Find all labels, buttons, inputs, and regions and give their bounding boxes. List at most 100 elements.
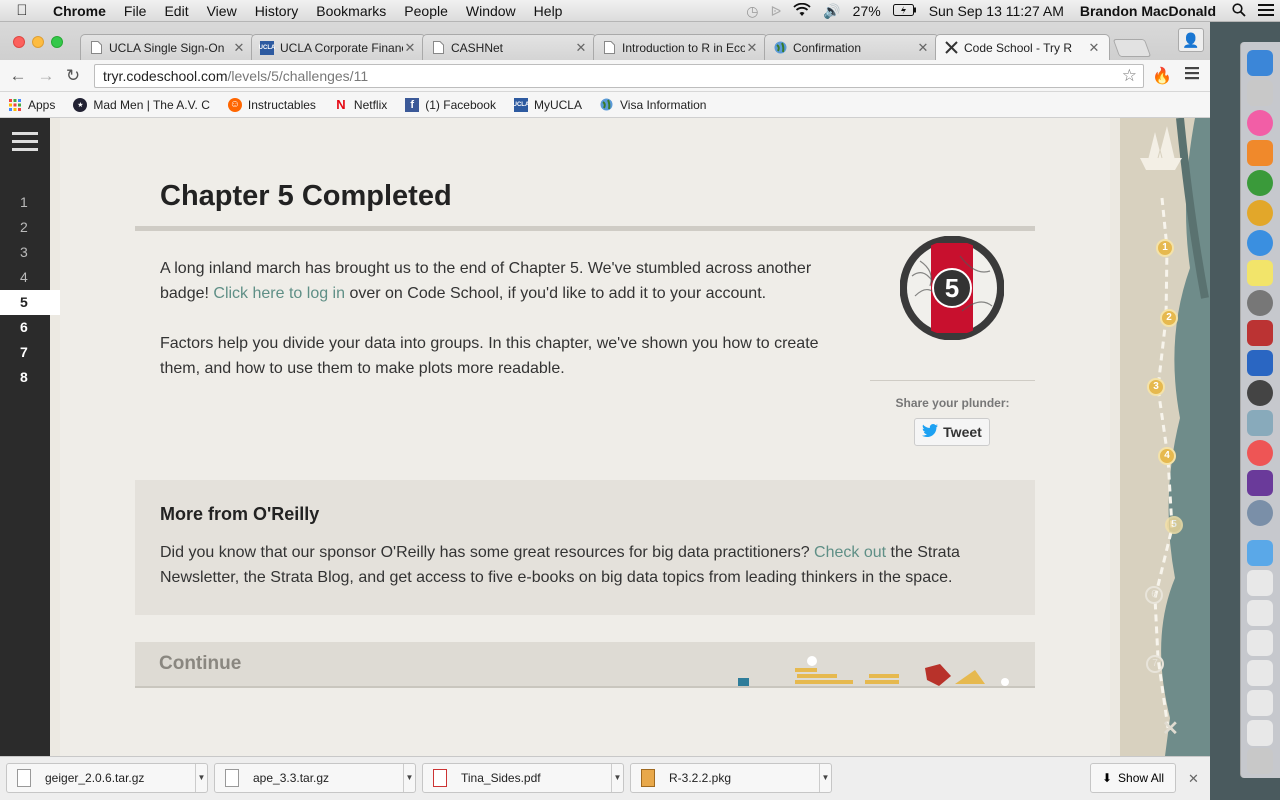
- finder-icon[interactable]: [1247, 50, 1273, 76]
- show-all-downloads-button[interactable]: ⬇ Show All: [1090, 763, 1176, 793]
- back-arrow-icon[interactable]: ←: [8, 66, 28, 86]
- preview-photos-icon[interactable]: [1247, 410, 1273, 436]
- bluetooth-icon[interactable]: ᐉ: [764, 3, 787, 20]
- ibooks-icon[interactable]: [1247, 140, 1273, 166]
- map-marker-1[interactable]: 1: [1156, 239, 1174, 257]
- download-menu-arrow-icon[interactable]: ▼: [403, 764, 415, 792]
- close-tab-icon[interactable]: ✕: [574, 40, 588, 56]
- bookmark-myucla[interactable]: UCLA MyUCLA: [513, 97, 582, 112]
- hamburger-menu-icon[interactable]: [12, 132, 38, 156]
- map-marker-7[interactable]: 7: [1146, 655, 1164, 673]
- github-icon[interactable]: [1247, 470, 1273, 496]
- volume-icon[interactable]: 🔊: [817, 3, 846, 20]
- apple-icon[interactable]: : [0, 2, 44, 19]
- close-tab-icon[interactable]: ✕: [403, 40, 417, 56]
- menu-bookmarks[interactable]: Bookmarks: [307, 3, 395, 19]
- chrome-icon[interactable]: [1247, 200, 1273, 226]
- dictionary-icon[interactable]: [1247, 320, 1273, 346]
- level-item-8[interactable]: 8: [0, 365, 50, 390]
- maximize-window-button[interactable]: [51, 36, 63, 48]
- download-menu-arrow-icon[interactable]: ▼: [611, 764, 623, 792]
- system-preferences-icon[interactable]: [1247, 290, 1273, 316]
- preview-icon[interactable]: [1247, 80, 1273, 106]
- document-icon[interactable]: [1247, 690, 1273, 716]
- bookmark-facebook[interactable]: f (1) Facebook: [405, 97, 496, 112]
- notification-center-icon[interactable]: [1252, 3, 1280, 19]
- photos-icon[interactable]: [1247, 440, 1273, 466]
- download-menu-arrow-icon[interactable]: ▼: [195, 764, 207, 792]
- continue-button[interactable]: Continue: [135, 642, 1035, 688]
- menu-history[interactable]: History: [246, 3, 308, 19]
- address-bar[interactable]: tryr.codeschool.com/levels/5/challenges/…: [94, 64, 1144, 88]
- menu-view[interactable]: View: [198, 3, 246, 19]
- time-machine-dock-icon[interactable]: [1247, 380, 1273, 406]
- utorrent-icon[interactable]: [1247, 170, 1273, 196]
- check-out-link[interactable]: Check out: [814, 544, 886, 561]
- menu-edit[interactable]: Edit: [155, 3, 197, 19]
- document-icon[interactable]: [1247, 630, 1273, 656]
- login-link[interactable]: Click here to log in: [213, 285, 345, 302]
- download-item-ape[interactable]: ape_3.3.tar.gz ▼: [214, 763, 416, 793]
- bookmark-mad-men[interactable]: ★ Mad Men | The A.V. C: [73, 97, 210, 112]
- level-item-3[interactable]: 3: [0, 240, 50, 265]
- tab-ucla-corporate[interactable]: UCLA UCLA Corporate Financ ✕: [251, 34, 426, 60]
- itunes-icon[interactable]: [1247, 110, 1273, 136]
- document-icon[interactable]: [1247, 660, 1273, 686]
- close-tab-icon[interactable]: ✕: [232, 40, 246, 56]
- tab-cashnet[interactable]: CASHNet ✕: [422, 34, 597, 60]
- tweet-button[interactable]: Tweet: [914, 418, 990, 446]
- bookmark-netflix[interactable]: N Netflix: [334, 97, 387, 112]
- close-window-button[interactable]: [13, 36, 25, 48]
- level-item-1[interactable]: 1: [0, 190, 50, 215]
- close-tab-icon[interactable]: ✕: [1087, 40, 1101, 56]
- bookmark-apps[interactable]: Apps: [8, 98, 55, 112]
- chrome-menu-icon[interactable]: [1185, 66, 1199, 85]
- level-item-4[interactable]: 4: [0, 265, 50, 290]
- extension-fire-icon[interactable]: 🔥: [1152, 66, 1172, 86]
- clock[interactable]: Sun Sep 13 11:27 AM: [923, 3, 1070, 19]
- download-item-pdf[interactable]: Tina_Sides.pdf ▼: [422, 763, 624, 793]
- stickies-icon[interactable]: [1247, 260, 1273, 286]
- close-downloads-icon[interactable]: ✕: [1188, 771, 1199, 787]
- battery-icon[interactable]: [887, 3, 923, 19]
- tab-confirmation[interactable]: Confirmation ✕: [764, 34, 939, 60]
- reload-icon[interactable]: ↻: [63, 66, 83, 86]
- spotlight-icon[interactable]: [1226, 2, 1252, 20]
- tab-codeschool[interactable]: Code School - Try R ✕: [935, 34, 1110, 60]
- tab-ucla-sso[interactable]: UCLA Single Sign-On ✕: [80, 34, 255, 60]
- menu-file[interactable]: File: [115, 3, 156, 19]
- bookmark-visa-info[interactable]: Visa Information: [600, 98, 706, 112]
- time-machine-icon[interactable]: ◷: [740, 3, 764, 20]
- map-marker-4[interactable]: 4: [1158, 447, 1176, 465]
- new-tab-button[interactable]: [1112, 39, 1152, 57]
- bookmark-instructables[interactable]: ☺ Instructables: [227, 97, 316, 112]
- menu-people[interactable]: People: [395, 3, 457, 19]
- word-icon[interactable]: [1247, 350, 1273, 376]
- safari-icon[interactable]: [1247, 230, 1273, 256]
- map-marker-2[interactable]: 2: [1160, 309, 1178, 327]
- level-item-7[interactable]: 7: [0, 340, 50, 365]
- menu-app-name[interactable]: Chrome: [44, 3, 115, 19]
- document-icon[interactable]: [1247, 600, 1273, 626]
- user-name[interactable]: Brandon MacDonald: [1070, 3, 1226, 19]
- level-item-5-current[interactable]: 5: [0, 290, 60, 315]
- folder-icon[interactable]: [1247, 540, 1273, 566]
- document-icon[interactable]: [1247, 570, 1273, 596]
- close-tab-icon[interactable]: ✕: [916, 40, 930, 56]
- download-item-geiger[interactable]: geiger_2.0.6.tar.gz ▼: [6, 763, 208, 793]
- bookmark-star-icon[interactable]: ☆: [1122, 66, 1137, 86]
- level-item-6[interactable]: 6: [0, 315, 50, 340]
- minimize-window-button[interactable]: [32, 36, 44, 48]
- profile-icon[interactable]: 👤: [1178, 28, 1204, 52]
- wifi-icon[interactable]: [787, 2, 817, 20]
- forward-arrow-icon[interactable]: →: [36, 66, 56, 86]
- download-item-pkg[interactable]: R-3.2.2.pkg ▼: [630, 763, 832, 793]
- download-menu-arrow-icon[interactable]: ▼: [819, 764, 831, 792]
- map-marker-3[interactable]: 3: [1147, 378, 1165, 396]
- menu-window[interactable]: Window: [457, 3, 525, 19]
- menu-help[interactable]: Help: [525, 3, 572, 19]
- map-marker-6[interactable]: 6: [1145, 586, 1163, 604]
- trash-icon[interactable]: [1247, 748, 1273, 774]
- r-icon[interactable]: [1247, 500, 1273, 526]
- battery-percent[interactable]: 27%: [847, 3, 887, 19]
